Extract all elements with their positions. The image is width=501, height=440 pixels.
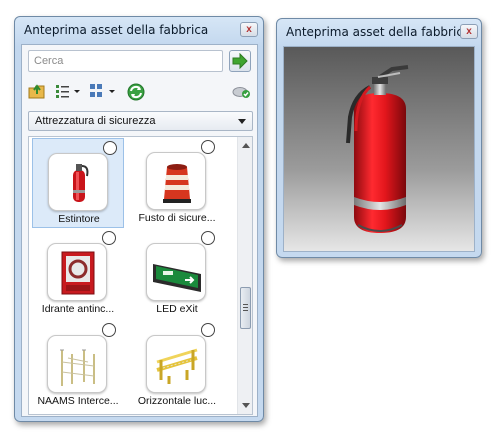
list-view-icon[interactable] — [54, 82, 84, 100]
fire-extinguisher-icon — [48, 153, 108, 211]
preview-titlebar[interactable]: Anteprima asset della fabbrica x — [277, 19, 481, 45]
asset-item-estintore[interactable]: Estintore — [32, 138, 124, 228]
import-folder-icon[interactable] — [28, 82, 46, 100]
asset-item-label: NAAMS Interce... — [37, 395, 119, 407]
asset-browser-panel: Cerca Attrezzatura di sicurezza Estintor… — [21, 44, 258, 417]
asset-browser-title: Anteprima asset della fabbrica — [24, 23, 209, 37]
asset-item-radio[interactable] — [201, 231, 215, 245]
asset-item-radio[interactable] — [102, 231, 116, 245]
fire-hydrant-cabinet-icon — [47, 243, 107, 301]
scroll-down-icon[interactable] — [242, 403, 250, 408]
asset-item-label: LED eXit — [156, 303, 198, 315]
asset-browser-titlebar[interactable]: Anteprima asset della fabbrica x — [15, 17, 263, 43]
category-dropdown-value: Attrezzatura di sicurezza — [35, 115, 156, 127]
scrollbar-thumb[interactable] — [240, 287, 251, 329]
preview-window: Anteprima asset della fabbrica x — [276, 18, 482, 258]
asset-grid-scrollbar[interactable] — [237, 137, 252, 414]
preview-title: Anteprima asset della fabbrica — [286, 25, 471, 39]
preview-viewport — [283, 46, 475, 252]
asset-item-radio[interactable] — [102, 323, 116, 337]
asset-browser-window: Anteprima asset della fabbrica x Cerca A… — [14, 16, 264, 422]
asset-item-idrante[interactable]: Idrante antinc... — [32, 229, 124, 319]
search-go-button[interactable] — [229, 50, 251, 72]
category-dropdown[interactable]: Attrezzatura di sicurezza — [28, 111, 253, 131]
asset-item-radio[interactable] — [103, 141, 117, 155]
asset-grid: Estintore Fusto di sicure... Idrante ant… — [28, 136, 253, 415]
refresh-icon[interactable] — [126, 82, 146, 102]
preview-close-button[interactable]: x — [460, 24, 478, 39]
exit-sign-icon — [146, 243, 206, 301]
asset-item-orizzontale[interactable]: Orizzontale luc... — [131, 321, 223, 411]
asset-item-label: Idrante antinc... — [41, 303, 115, 315]
safety-drum-icon — [146, 152, 206, 210]
cloud-sync-icon[interactable] — [232, 82, 252, 100]
asset-browser-close-button[interactable]: x — [240, 22, 258, 37]
search-placeholder: Cerca — [34, 55, 64, 67]
arrow-right-icon — [232, 53, 248, 69]
fire-extinguisher-preview-icon — [346, 65, 409, 233]
asset-item-radio[interactable] — [201, 323, 215, 337]
asset-item-label: Estintore — [58, 213, 100, 225]
naams-fence-icon — [47, 335, 107, 393]
asset-item-led-exit[interactable]: LED eXit — [131, 229, 223, 319]
search-input[interactable]: Cerca — [28, 50, 223, 72]
scroll-up-icon[interactable] — [242, 143, 250, 148]
asset-item-fusto[interactable]: Fusto di sicure... — [131, 138, 223, 228]
chevron-down-icon — [238, 119, 246, 124]
asset-item-label: Fusto di sicure... — [138, 212, 216, 224]
horizontal-light-barrier-icon — [146, 335, 206, 393]
grid-view-icon[interactable] — [88, 82, 120, 100]
asset-item-label: Orizzontale luc... — [137, 395, 217, 407]
asset-item-radio[interactable] — [201, 140, 215, 154]
asset-item-naams[interactable]: NAAMS Interce... — [32, 321, 124, 411]
